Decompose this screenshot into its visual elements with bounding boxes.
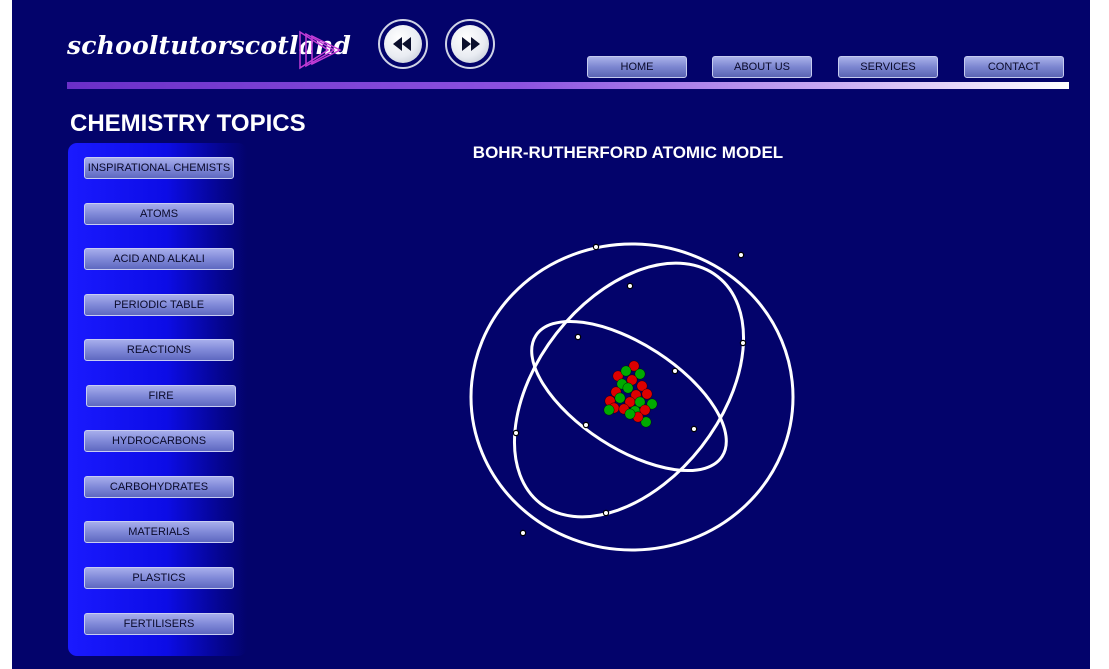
fast-forward-button[interactable] [445, 19, 495, 69]
electron [592, 243, 600, 251]
rewind-icon [393, 37, 411, 51]
electron [582, 421, 590, 429]
bohr-atom-diagram [469, 242, 795, 552]
proton [641, 388, 653, 400]
nav-contact-button[interactable]: CONTACT [964, 56, 1064, 78]
main-title: BOHR-RUTHERFORD ATOMIC MODEL [472, 143, 784, 162]
electron [690, 425, 698, 433]
rewind-button[interactable] [378, 19, 428, 69]
logo-arrows-icon [299, 30, 342, 70]
sidebar-item-materials[interactable]: MATERIALS [84, 521, 234, 543]
electron [739, 339, 747, 347]
electron [519, 529, 527, 537]
electron [512, 429, 520, 437]
electron [626, 282, 634, 290]
nav-services-button[interactable]: SERVICES [838, 56, 938, 78]
sidebar-item-reactions[interactable]: REACTIONS [84, 339, 234, 361]
electron [602, 509, 610, 517]
neutron [603, 404, 615, 416]
sidebar-item-carbohydrates[interactable]: CARBOHYDRATES [84, 476, 234, 498]
nav-about-button[interactable]: ABOUT US [712, 56, 812, 78]
electron [671, 367, 679, 375]
nav-home-button[interactable]: HOME [587, 56, 687, 78]
neutron [622, 382, 634, 394]
sidebar-item-periodic-table[interactable]: PERIODIC TABLE [84, 294, 234, 316]
neutron [624, 408, 636, 420]
sidebar-item-hydrocarbons[interactable]: HYDROCARBONS [84, 430, 234, 452]
section-title: CHEMISTRY TOPICS [70, 110, 306, 137]
sidebar-item-acid-and-alkali[interactable]: ACID AND ALKALI [84, 248, 234, 270]
sidebar-item-plastics[interactable]: PLASTICS [84, 567, 234, 589]
fast-forward-icon [462, 37, 480, 51]
neutron [614, 392, 626, 404]
sidebar-item-atoms[interactable]: ATOMS [84, 203, 234, 225]
header-divider [67, 82, 1069, 89]
electron [574, 333, 582, 341]
sidebar-item-fertilisers[interactable]: FERTILISERS [84, 613, 234, 635]
neutron [620, 365, 632, 377]
orbit-inner [530, 319, 728, 473]
electron [737, 251, 745, 259]
sidebar-item-inspirational-chemists[interactable]: INSPIRATIONAL CHEMISTS [84, 157, 234, 179]
sidebar-item-fire[interactable]: FIRE [86, 385, 236, 407]
